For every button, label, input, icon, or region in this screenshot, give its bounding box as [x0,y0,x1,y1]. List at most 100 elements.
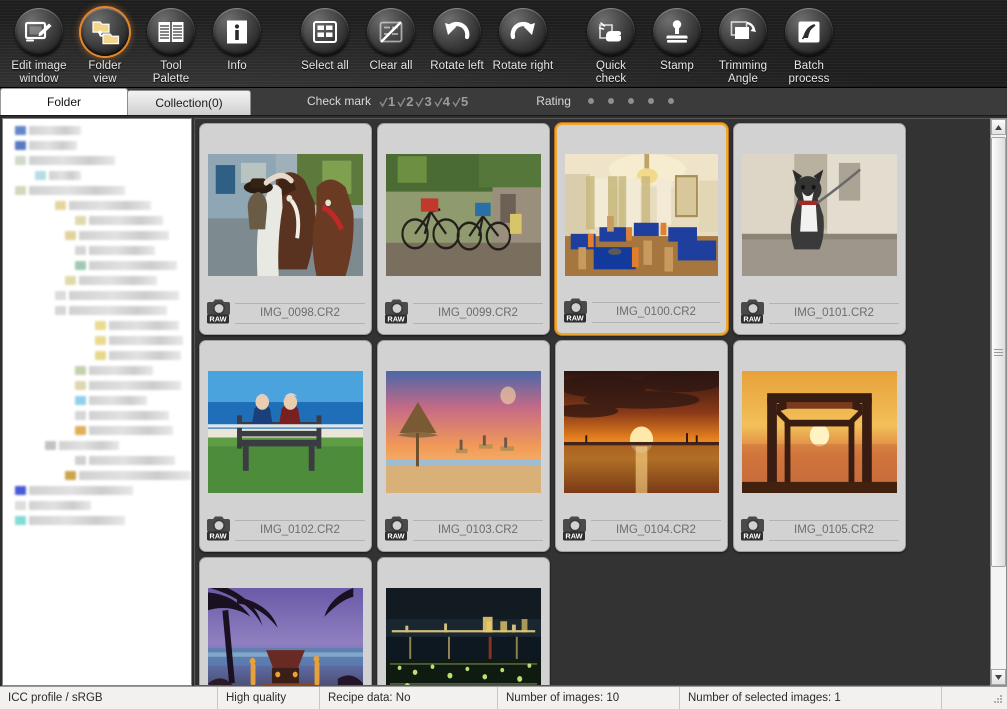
folder-tree-item[interactable] [5,363,191,378]
folder-name-blurred [29,186,125,195]
rating-dot-1[interactable] [587,98,594,104]
folder-tree-item[interactable] [5,393,191,408]
thumbnail-cell[interactable]: RAW IMG_0101.CR2 [733,123,906,335]
checkmark-1[interactable]: 1 [379,95,395,108]
folder-tree-item[interactable] [5,468,191,483]
status-quality: High quality [218,686,320,709]
folder-tree-item[interactable] [5,168,191,183]
rotate-left-button[interactable]: Rotate left [424,6,490,73]
folder-tree-item[interactable] [5,243,191,258]
folder-tree-item[interactable] [5,303,191,318]
rating-dot-4[interactable] [647,98,654,104]
folder-icon [95,351,106,360]
raw-camera-icon: RAW [384,514,410,547]
thumbnail-cell[interactable]: RAW IMG_0099.CR2 [377,123,550,335]
thumbnail-image [742,371,897,493]
status-image-count: Number of images: 10 [498,686,680,709]
folder-tree-item[interactable] [5,333,191,348]
thumbnail-filename: IMG_0104.CR2 [591,519,721,541]
tool-palette-button[interactable]: Tool Palette [138,6,204,85]
thumbnail-meta: RAW IMG_0102.CR2 [206,515,365,545]
trimming-angle-label: Trimming Angle [718,60,768,85]
folder-tree-item[interactable] [5,378,191,393]
thumbnail-cell[interactable]: RAWIMG_0107.CR2 [377,557,550,685]
check-tick-icon [415,96,425,108]
folder-tree-panel[interactable] [2,118,192,686]
checkmark-5[interactable]: 5 [452,95,468,108]
edit-image-window-button[interactable]: Edit image window [6,6,72,85]
folder-tree-item[interactable] [5,438,191,453]
svg-text:RAW: RAW [743,531,760,540]
thumbnail-scrollbar[interactable] [990,118,1007,686]
clear-all-icon [367,8,415,56]
quick-check-label: Quick check [595,60,627,85]
rating-dots [581,98,681,104]
rotate-right-button[interactable]: Rotate right [490,6,556,73]
folder-tree-item[interactable] [5,198,191,213]
folder-icon [95,336,106,345]
rating-dot-3[interactable] [627,98,634,104]
folder-tree-item[interactable] [5,273,191,288]
folder-tree-item[interactable] [5,483,191,498]
thumbnail-cell[interactable]: RAW IMG_0100.CR2 [555,123,728,335]
rating-dot-2[interactable] [607,98,614,104]
folder-tree-item[interactable] [5,423,191,438]
trimming-angle-button[interactable]: Trimming Angle [710,6,776,85]
folder-tree-item[interactable] [5,213,191,228]
thumbnail-cell[interactable]: RAWIMG_0106.CR2 [199,557,372,685]
folder-icon [15,141,26,150]
stamp-button[interactable]: Stamp [644,6,710,85]
tab-collection[interactable]: Collection(0) [127,90,251,115]
toolbar-group-view: Edit image window Folder view Tool Palet… [6,6,270,85]
folder-tree-item[interactable] [5,318,191,333]
thumbnail-image [386,371,541,493]
thumbnail-cell[interactable]: RAW IMG_0102.CR2 [199,340,372,552]
scrollbar-thumb[interactable] [991,137,1006,567]
svg-text:RAW: RAW [387,531,404,540]
folder-tree-item[interactable] [5,498,191,513]
folder-tree-item[interactable] [5,513,191,528]
scroll-up-button[interactable] [991,119,1006,135]
thumbnail-cell[interactable]: RAW IMG_0105.CR2 [733,340,906,552]
thumbnail-cell[interactable]: RAW IMG_0098.CR2 [199,123,372,335]
folder-tree-item[interactable] [5,123,191,138]
thumbnail-filename: IMG_0103.CR2 [413,519,543,541]
rotate-right-icon [499,8,547,56]
folder-tree-item[interactable] [5,453,191,468]
edit-image-window-icon [15,8,63,56]
raw-camera-icon: RAW [740,297,766,330]
quick-check-button[interactable]: Quick check [578,6,644,85]
folder-icon [95,321,106,330]
folder-tree-item[interactable] [5,153,191,168]
folder-tree-item[interactable] [5,228,191,243]
folder-tree-item[interactable] [5,408,191,423]
checkmark-2[interactable]: 2 [397,95,413,108]
quick-check-icon [587,8,635,56]
tab-folder[interactable]: Folder [0,88,128,115]
info-button[interactable]: Info [204,6,270,85]
thumbnail-cell[interactable]: RAW IMG_0103.CR2 [377,340,550,552]
checkmark-3[interactable]: 3 [415,95,432,108]
rating-label: Rating [536,94,571,108]
status-icc: ICC profile / sRGB [0,686,218,709]
folder-tree-item[interactable] [5,138,191,153]
scroll-down-button[interactable] [991,669,1006,685]
svg-text:RAW: RAW [387,314,404,323]
raw-camera-icon: RAW [563,296,589,329]
checkmark-4[interactable]: 4 [434,95,450,108]
folder-view-button[interactable]: Folder view [72,6,138,85]
folder-tree-item[interactable] [5,183,191,198]
select-all-button[interactable]: Select all [292,6,358,73]
resize-grip-icon[interactable] [989,690,1005,706]
raw-camera-icon: RAW [206,514,232,547]
clear-all-button[interactable]: Clear all [358,6,424,73]
thumbnail-cell[interactable]: RAW IMG_0104.CR2 [555,340,728,552]
folder-tree-item[interactable] [5,258,191,273]
batch-process-button[interactable]: Batch process [776,6,842,85]
thumbnail-meta: RAW IMG_0104.CR2 [562,515,721,545]
folder-tree-item[interactable] [5,348,191,363]
folder-tree-item[interactable] [5,288,191,303]
thumbnail-image [208,371,363,493]
scrollbar-track[interactable] [991,135,1006,669]
rating-dot-5[interactable] [667,98,674,104]
